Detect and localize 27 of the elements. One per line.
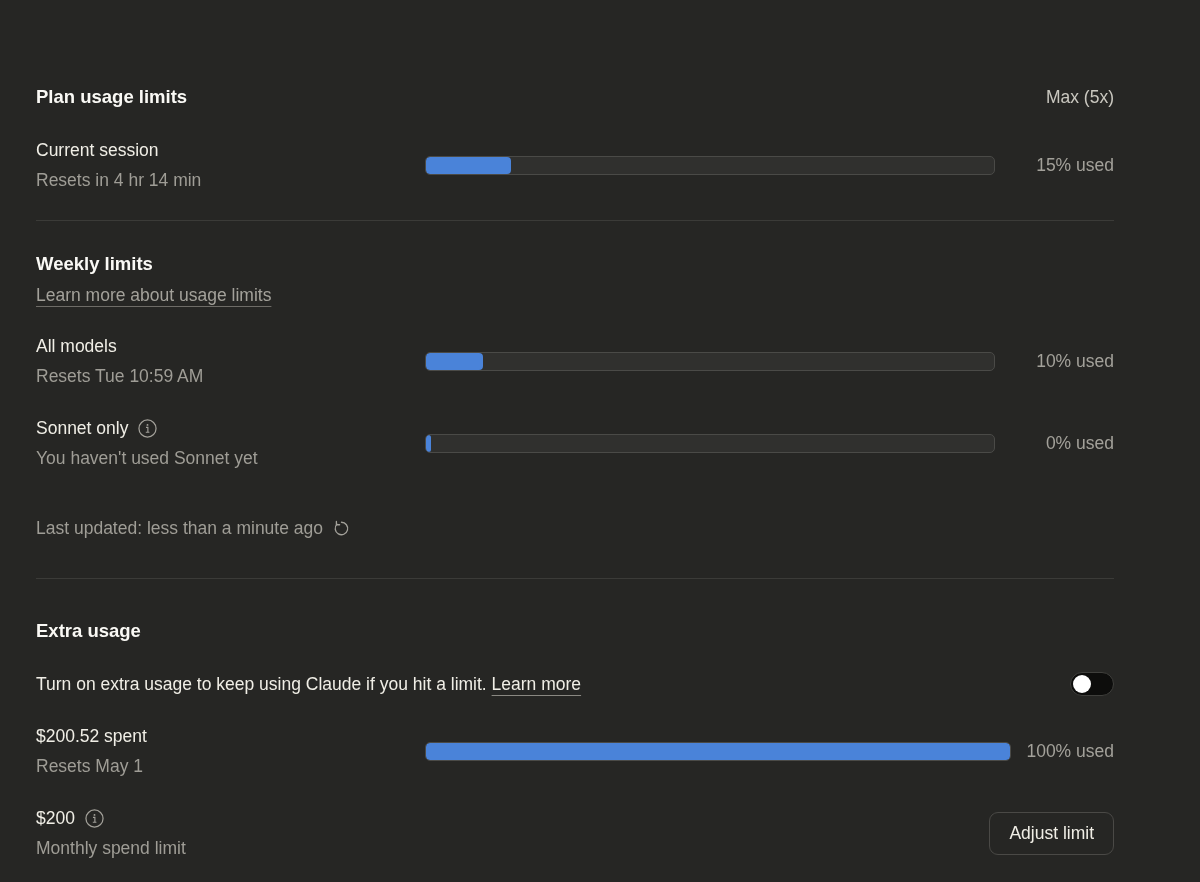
- meter-label: Sonnet only: [36, 417, 129, 439]
- usage-percent: 0% used: [1044, 432, 1114, 454]
- usage-percent: 100% used: [1026, 740, 1114, 762]
- info-icon[interactable]: [84, 808, 104, 828]
- learn-more-link[interactable]: Learn more: [491, 674, 582, 694]
- meter-label: Current session: [36, 139, 159, 161]
- info-icon[interactable]: [138, 418, 158, 438]
- reset-text: Resets in 4 hr 14 min: [36, 169, 203, 191]
- section-title: Plan usage limits: [36, 85, 188, 109]
- last-updated-text: Last updated: less than a minute ago: [36, 517, 323, 539]
- meter-label: All models: [36, 335, 117, 357]
- reset-text: You haven't used Sonnet yet: [36, 447, 259, 469]
- extra-usage-toggle[interactable]: [1070, 672, 1114, 696]
- meter-label: $200.52 spent: [36, 725, 147, 747]
- usage-percent: 15% used: [1035, 154, 1114, 176]
- section-title: Extra usage: [36, 619, 142, 643]
- adjust-limit-button[interactable]: Adjust limit: [989, 811, 1114, 855]
- reset-text: Resets Tue 10:59 AM: [36, 365, 205, 387]
- learn-more-link[interactable]: Learn more about usage limits: [36, 284, 272, 306]
- extra-usage-description: Turn on extra usage to keep using Claude if you hit a limit. Learn more: [36, 673, 582, 695]
- spend-limit-amount: $200: [36, 807, 75, 829]
- spend-limit-label: Monthly spend limit: [36, 837, 187, 859]
- reset-text: Resets May 1: [36, 755, 144, 777]
- usage-percent: 10% used: [1035, 350, 1114, 372]
- refresh-icon[interactable]: [333, 519, 350, 537]
- section-title: Weekly limits: [36, 252, 154, 276]
- plan-name: Max (5x): [1045, 86, 1114, 109]
